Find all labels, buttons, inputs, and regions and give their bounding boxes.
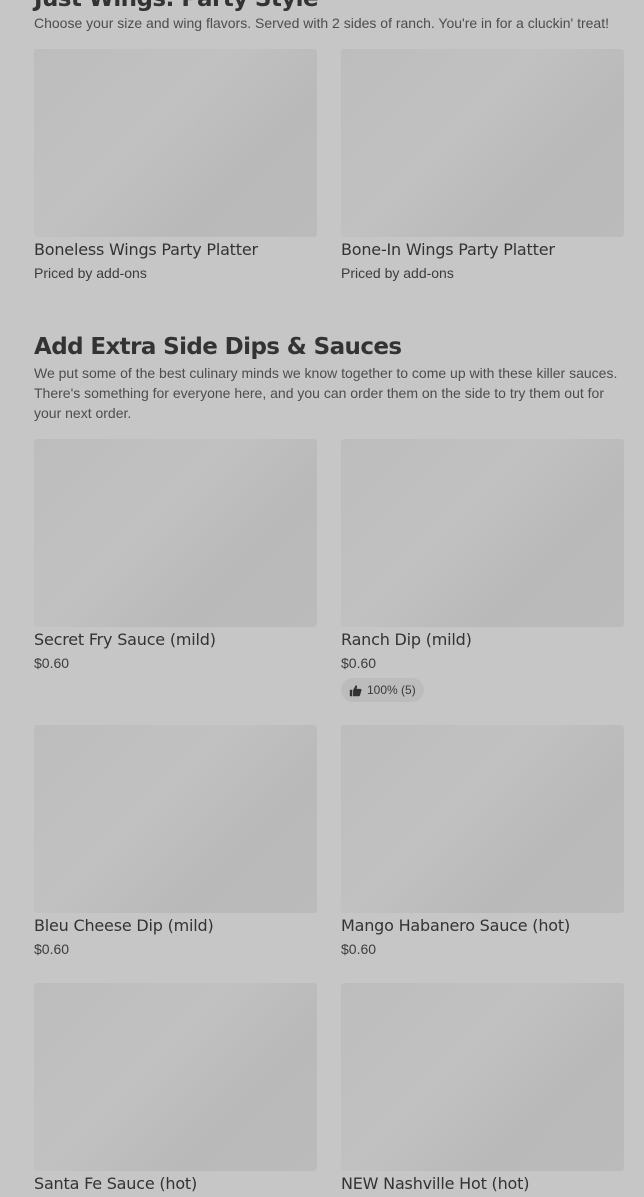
item-name: Boneless Wings Party Platter: [34, 240, 258, 259]
item-name: Bone-In Wings Party Platter: [341, 240, 555, 259]
item-price: $0.60: [341, 655, 377, 671]
item-image[interactable]: [341, 983, 624, 1171]
item-image[interactable]: [341, 439, 624, 627]
item-name: Santa Fe Sauce (hot): [34, 1174, 198, 1193]
item-image[interactable]: [341, 725, 624, 913]
item-name: NEW Nashville Hot (hot): [341, 1174, 530, 1193]
section-title: Add Extra Side Dips & Sauces: [34, 334, 402, 360]
item-name: Ranch Dip (mild): [341, 630, 472, 649]
section-title: Just Wings: Party Style: [34, 0, 319, 12]
item-price: Priced by add-ons: [341, 265, 454, 281]
menu-item-card[interactable]: Bone-In Wings Party Platter Priced by ad…: [341, 49, 624, 283]
menu-item-card[interactable]: Secret Fry Sauce (mild) $0.60: [34, 439, 317, 673]
section-description: We put some of the best culinary minds w…: [34, 365, 618, 421]
item-price: $0.60: [34, 655, 70, 671]
item-image[interactable]: [34, 439, 317, 627]
item-image[interactable]: [341, 49, 624, 237]
item-price: $0.60: [341, 941, 377, 957]
thumbs-up-icon: [349, 684, 362, 696]
menu-item-card[interactable]: Santa Fe Sauce (hot): [34, 983, 317, 1194]
item-price: $0.60: [34, 941, 70, 957]
section-description: Choose your size and wing flavors. Serve…: [34, 15, 609, 31]
item-image[interactable]: [34, 725, 317, 913]
item-price: Priced by add-ons: [34, 265, 147, 281]
item-name: Secret Fry Sauce (mild): [34, 630, 216, 649]
menu-item-card[interactable]: Mango Habanero Sauce (hot) $0.60: [341, 725, 624, 959]
rating-badge: 100% (5): [341, 678, 424, 702]
item-image[interactable]: [34, 983, 317, 1171]
item-name: Bleu Cheese Dip (mild): [34, 916, 214, 935]
item-image[interactable]: [34, 49, 317, 237]
menu-item-card[interactable]: Bleu Cheese Dip (mild) $0.60: [34, 725, 317, 959]
item-name: Mango Habanero Sauce (hot): [341, 916, 570, 935]
menu-item-card[interactable]: Boneless Wings Party Platter Priced by a…: [34, 49, 317, 283]
menu-item-card[interactable]: NEW Nashville Hot (hot): [341, 983, 624, 1194]
rating-text: 100% (5): [367, 683, 416, 697]
menu-item-card[interactable]: Ranch Dip (mild) $0.60 100% (5): [341, 439, 624, 702]
